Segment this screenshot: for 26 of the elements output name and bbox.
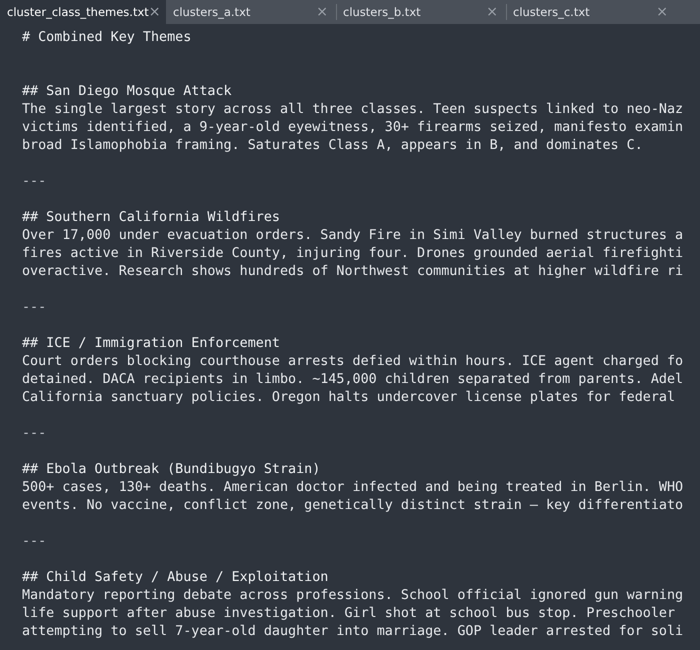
paragraph-line: attempting to sell 7-year-old daughter into marriage. GOP leader arrested for soli	[22, 623, 684, 641]
paragraph-line: events. No vaccine, conflict zone, genetically distinct strain — key differentiato	[22, 497, 684, 515]
close-tab-button[interactable]: ×	[148, 5, 161, 19]
horizontal-rule-text: ---	[22, 173, 46, 191]
heading-text: ## San Diego Mosque Attack	[22, 83, 232, 101]
paragraph-line: victims identified, a 9-year-old eyewitness, 30+ firearms seized, manifesto examin	[22, 119, 684, 137]
heading-text: # Combined Key Themes	[22, 29, 192, 47]
horizontal-rule-text: ---	[22, 533, 46, 551]
paragraph-line: overactive. Research shows hundreds of Northwest communities at higher wildfire ri	[22, 263, 684, 281]
paragraph-line: life support after abuse investigation. Girl shot at school bus stop. Preschooler	[22, 605, 676, 623]
paragraph-line: California sanctuary policies. Oregon halts undercover license plates for federal	[22, 389, 676, 407]
paragraph-line: The single largest story across all three classes. Teen suspects linked to neo-Naz	[22, 101, 684, 119]
paragraph-line: Mandatory reporting debate across professions. School official ignored gun warning	[22, 587, 684, 605]
heading-text: ## ICE / Immigration Enforcement	[22, 335, 280, 353]
horizontal-rule-text: ---	[22, 425, 46, 443]
paragraph-line: fires active in Riverside County, injuring four. Drones grounded aerial firefighti	[22, 245, 684, 263]
horizontal-rule-text: ---	[22, 299, 46, 317]
heading-text: ## Child Safety / Abuse / Exploitation	[22, 569, 328, 587]
paragraph-line: 500+ cases, 130+ deaths. American doctor infected and being treated in Berlin. WHO	[22, 479, 684, 497]
paragraph-line: Over 17,000 under evacuation orders. Sandy Fire in Simi Valley burned structures a	[22, 227, 684, 245]
heading-text: ## Southern California Wildfires	[22, 209, 280, 227]
paragraph-line: detained. DACA recipients in limbo. ~145,000 children separated from parents. Adel	[22, 371, 684, 389]
file-tab[interactable]: cluster_class_themes.txt×	[0, 0, 166, 24]
heading-text: ## Ebola Outbreak (Bundibugyo Strain)	[22, 461, 320, 479]
paragraph-line: broad Islamophobia framing. Saturates Class A, appears in B, and dominates C.	[22, 137, 643, 155]
paragraph-line: Court orders blocking courthouse arrests defied within hours. ICE agent charged fo	[22, 353, 684, 371]
